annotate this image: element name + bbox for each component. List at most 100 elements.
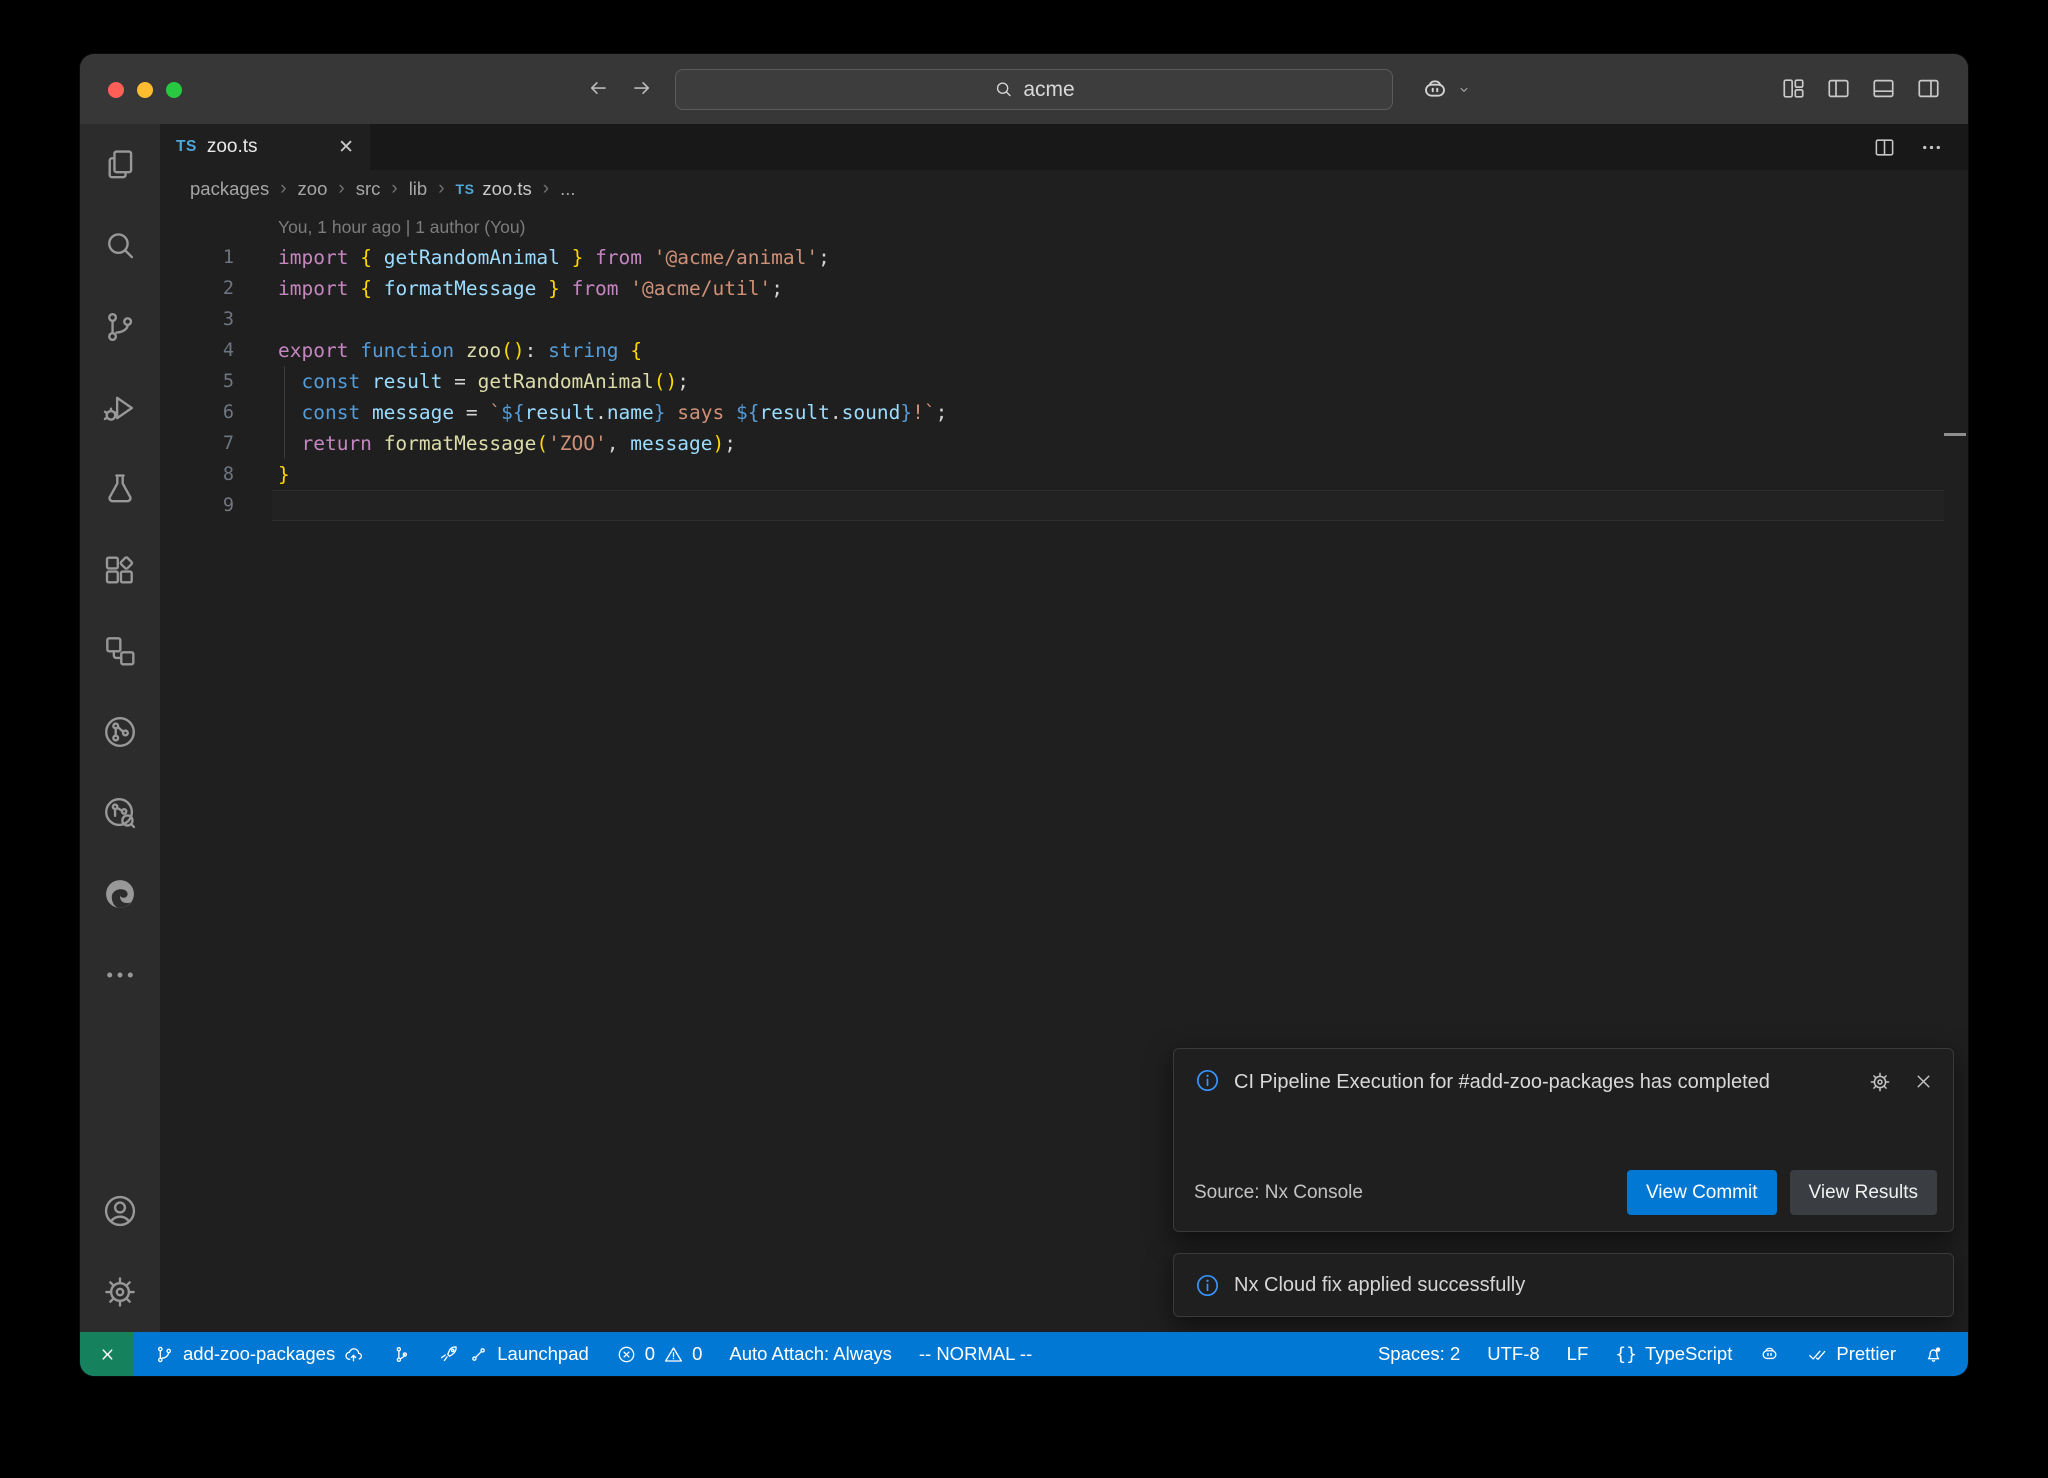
code-line-9: 9 [160, 490, 1968, 521]
code-token: message [630, 432, 712, 455]
code-token: formatMessage [384, 432, 537, 455]
notification-header: CI Pipeline Execution for #add-zoo-packa… [1174, 1049, 1953, 1097]
tab-label: zoo.ts [207, 136, 258, 158]
activity-extensions-icon[interactable] [80, 529, 160, 610]
remote-indicator[interactable] [80, 1332, 134, 1376]
breadcrumb-item-packages[interactable]: packages [190, 178, 269, 200]
cloud-upload-icon [343, 1344, 364, 1365]
activity-nx-cloud-icon[interactable] [80, 772, 160, 853]
code-token: sound [842, 401, 901, 424]
code-token: } [900, 401, 912, 424]
breadcrumb-item-file[interactable]: TSzoo.ts [456, 178, 532, 200]
code-line-7: 7 return formatMessage('ZOO', message); [160, 428, 1968, 459]
notification-footer: Source: Nx Console View Commit View Resu… [1194, 1170, 1937, 1215]
activity-remote-explorer-icon[interactable] [80, 610, 160, 691]
activity-run-debug-icon[interactable] [80, 367, 160, 448]
back-icon[interactable] [585, 75, 611, 101]
status-indentation[interactable]: Spaces: 2 [1378, 1343, 1460, 1365]
tab-zoo-ts[interactable]: TS zoo.ts ✕ [160, 124, 370, 170]
code-token: { [630, 339, 642, 362]
line-number: 6 [160, 397, 234, 428]
notification-message: CI Pipeline Execution for #add-zoo-packa… [1234, 1067, 1809, 1097]
activity-edge-browser-icon[interactable] [80, 853, 160, 934]
copilot-menu-button[interactable] [1420, 75, 1473, 105]
line-number: 1 [160, 242, 234, 273]
code-token: } [572, 246, 584, 269]
activity-source-control-icon[interactable] [80, 286, 160, 367]
code-line-8: 8} [160, 459, 1968, 490]
breadcrumb-item-src[interactable]: src [356, 178, 381, 200]
breadcrumb-item-lib[interactable]: lib [409, 178, 428, 200]
status-formatter[interactable]: Prettier [1807, 1343, 1896, 1365]
status-label: Launchpad [497, 1343, 589, 1365]
activity-more-icon[interactable] [80, 934, 160, 1015]
status-notifications-bell[interactable] [1923, 1344, 1944, 1365]
code-token: ( [654, 370, 666, 393]
activity-nx-console-icon[interactable] [80, 691, 160, 772]
status-label: -- NORMAL -- [919, 1343, 1032, 1365]
code-token [372, 246, 384, 269]
status-eol[interactable]: LF [1567, 1343, 1589, 1365]
close-window-button[interactable] [108, 82, 124, 98]
status-launchpad[interactable]: Launchpad [439, 1343, 589, 1365]
code-token [619, 432, 631, 455]
notification-close-icon[interactable] [1912, 1070, 1935, 1093]
forward-icon[interactable] [629, 75, 655, 101]
code-text: const message = `${result.name} says ${r… [278, 397, 947, 428]
maximize-window-button[interactable] [166, 82, 182, 98]
status-vim-mode[interactable]: -- NORMAL -- [919, 1343, 1032, 1365]
code-token [536, 339, 548, 362]
code-text: } [278, 459, 290, 490]
code-token [348, 339, 360, 362]
double-check-icon [1807, 1344, 1828, 1365]
status-problems[interactable]: 00 [616, 1343, 703, 1365]
notification-actions: View Commit View Results [1627, 1170, 1937, 1215]
activity-files-icon[interactable] [80, 124, 160, 205]
notification-ci-pipeline: CI Pipeline Execution for #add-zoo-packa… [1173, 1048, 1954, 1232]
breadcrumb-item-more[interactable]: ... [560, 178, 575, 200]
layout-customize-icon[interactable] [1780, 75, 1807, 102]
code-token [442, 370, 454, 393]
code-token: . [595, 401, 607, 424]
activity-search-icon[interactable] [80, 205, 160, 286]
line-number: 9 [160, 490, 234, 521]
line-number: 5 [160, 366, 234, 397]
code-token: } [278, 463, 290, 486]
code-token [372, 432, 384, 455]
code-token: ; [771, 277, 783, 300]
command-center-search[interactable]: acme [675, 69, 1393, 110]
status-label: Spaces: 2 [1378, 1343, 1460, 1365]
breadcrumb: packages›zoo›src›lib›TSzoo.ts›... [160, 170, 1968, 208]
more-actions-icon[interactable] [1919, 135, 1944, 160]
code-token: = [466, 401, 478, 424]
notification-settings-icon[interactable] [1868, 1070, 1892, 1094]
split-editor-icon[interactable] [1872, 135, 1897, 160]
activity-testing-icon[interactable] [80, 448, 160, 529]
status-label: 0 [645, 1343, 655, 1365]
toggle-panel-bottom-icon[interactable] [1870, 75, 1897, 102]
code-token: function [360, 339, 454, 362]
view-results-button[interactable]: View Results [1790, 1170, 1937, 1215]
status-language[interactable]: {}TypeScript [1615, 1343, 1732, 1365]
status-encoding[interactable]: UTF-8 [1487, 1343, 1539, 1365]
breadcrumb-separator-icon: › [391, 178, 397, 200]
history-nav [585, 75, 655, 101]
status-commit-graph[interactable] [391, 1344, 412, 1365]
status-auto-attach[interactable]: Auto Attach: Always [729, 1343, 891, 1365]
code-token: ` [489, 401, 501, 424]
activity-settings-gear-icon[interactable] [80, 1251, 160, 1332]
toggle-sidebar-left-icon[interactable] [1825, 75, 1852, 102]
toggle-sidebar-right-icon[interactable] [1915, 75, 1942, 102]
code-token: { [360, 277, 372, 300]
status-git-branch[interactable]: add-zoo-packages [154, 1343, 364, 1365]
activity-account-icon[interactable] [80, 1170, 160, 1251]
view-commit-button[interactable]: View Commit [1627, 1170, 1777, 1215]
code-token: export [278, 339, 348, 362]
code-token [278, 370, 301, 393]
minimize-window-button[interactable] [137, 82, 153, 98]
breadcrumb-item-zoo[interactable]: zoo [298, 178, 328, 200]
git-commit-icon [391, 1344, 412, 1365]
tab-close-icon[interactable]: ✕ [338, 136, 354, 159]
typescript-file-icon: TS [176, 138, 197, 156]
status-copilot[interactable] [1759, 1344, 1780, 1365]
